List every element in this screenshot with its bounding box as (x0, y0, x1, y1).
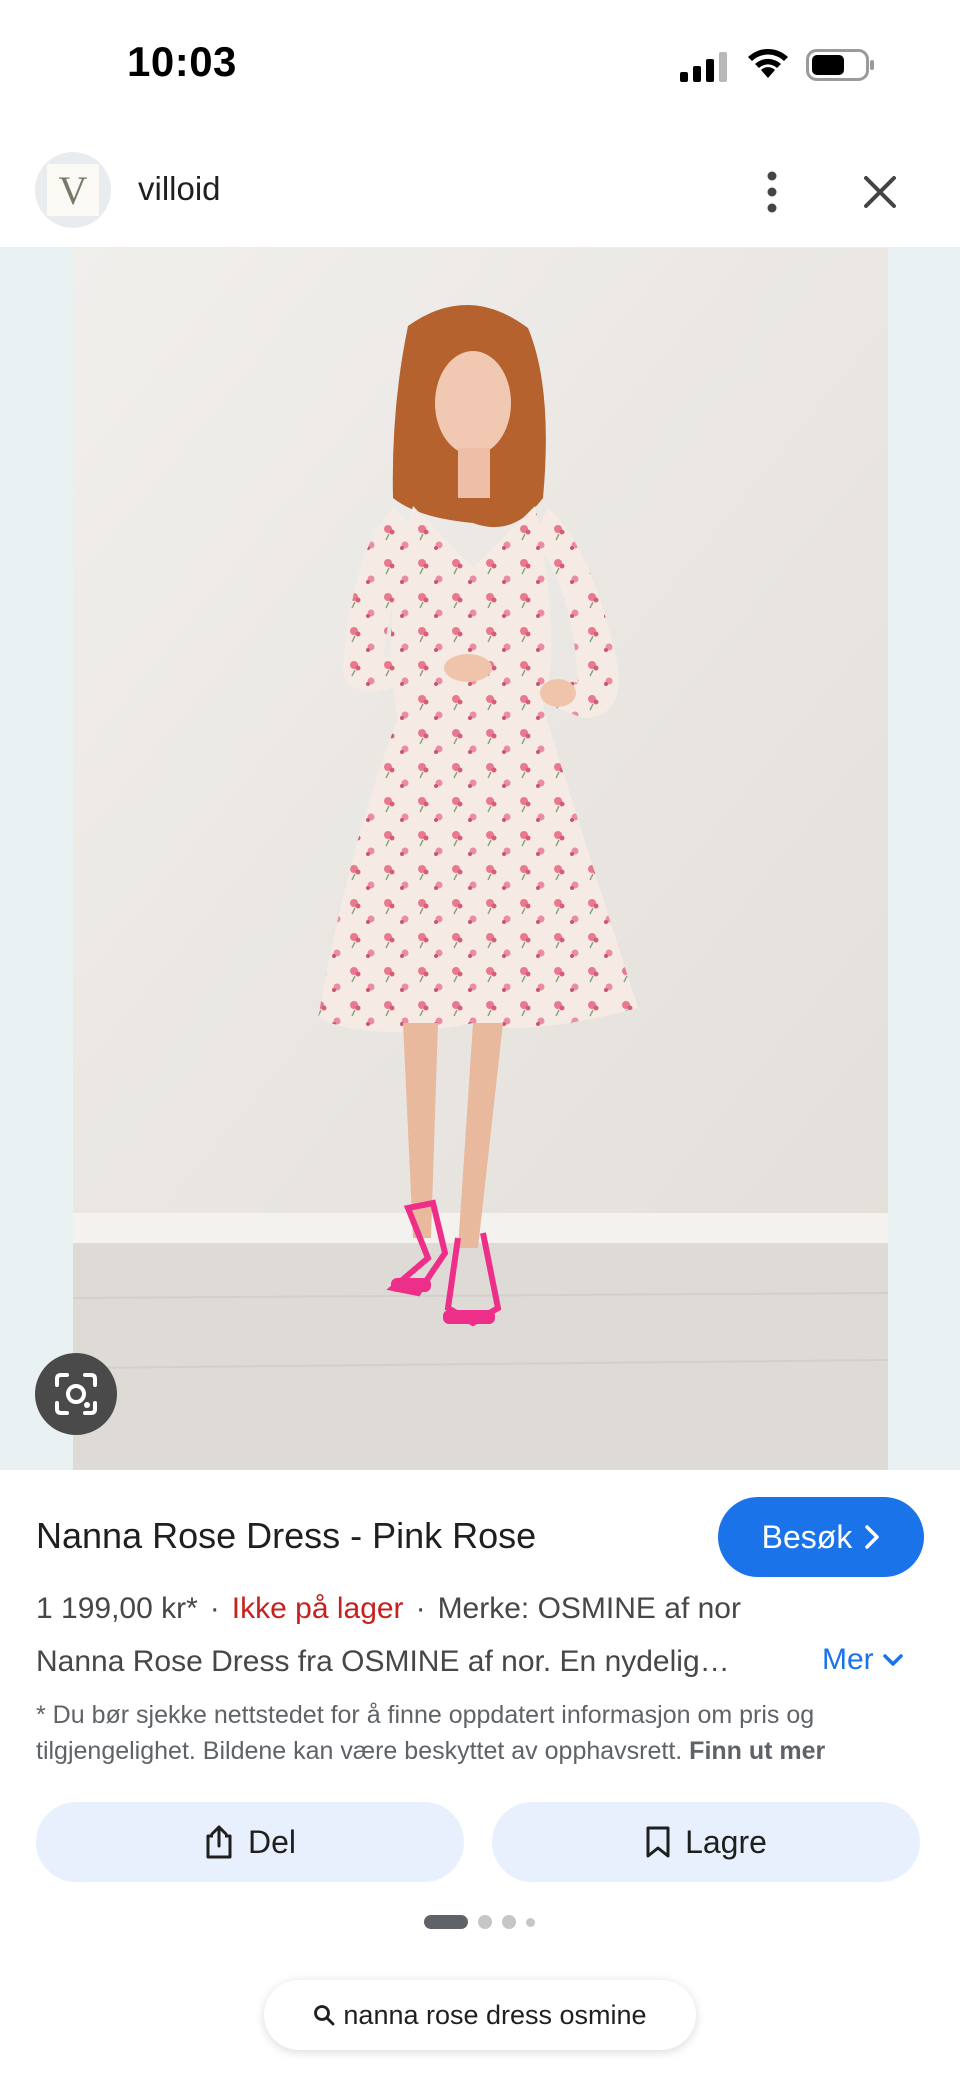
cellular-signal-icon (680, 52, 727, 82)
wifi-icon (748, 49, 788, 78)
product-photo-illustration (73, 248, 888, 1471)
product-meta: 1 199,00 kr* · Ikke på lager · Merke: OSMINE… (36, 1592, 741, 1626)
bookmark-icon (646, 1826, 670, 1858)
more-options-icon[interactable] (752, 168, 792, 216)
stock-status: Ikke på lager (231, 1592, 404, 1625)
share-button[interactable]: Del (36, 1802, 464, 1882)
learn-more-link[interactable]: Finn ut mer (689, 1737, 825, 1765)
product-brand: Merke: OSMINE af nor (437, 1592, 741, 1625)
site-name[interactable]: villoid (138, 170, 221, 208)
image-viewer (0, 248, 960, 1471)
search-query-chip[interactable]: nanna rose dress osmine (264, 1980, 696, 2050)
more-button[interactable]: Mer (822, 1643, 904, 1677)
separator-dot: · (209, 1592, 220, 1625)
chevron-down-icon (882, 1654, 903, 1666)
separator-dot: · (415, 1592, 426, 1625)
status-bar: 10:03 (0, 0, 960, 130)
visual-search-button[interactable] (35, 1353, 117, 1435)
search-icon (314, 2005, 335, 2026)
status-time: 10:03 (127, 38, 237, 85)
more-label: Mer (822, 1643, 874, 1676)
carousel-indicator (424, 1915, 535, 1929)
battery-icon (806, 49, 874, 81)
visit-button[interactable]: Besøk (718, 1497, 924, 1577)
product-price: 1 199,00 kr* (36, 1592, 198, 1625)
product-description: Nanna Rose Dress fra OSMINE af nor. En n… (36, 1645, 730, 1678)
chevron-right-icon (865, 1525, 880, 1549)
close-icon[interactable] (858, 170, 902, 214)
search-query: nanna rose dress osmine (343, 1999, 647, 2030)
visit-label: Besøk (761, 1518, 853, 1555)
product-title: Nanna Rose Dress - Pink Rose (36, 1515, 537, 1556)
site-logo: V (47, 164, 99, 216)
share-icon (206, 1825, 232, 1859)
save-button[interactable]: Lagre (492, 1802, 920, 1882)
site-avatar[interactable]: V (35, 152, 111, 228)
carousel-dot (502, 1915, 516, 1929)
result-header: V villoid (0, 130, 960, 248)
save-label: Lagre (685, 1823, 767, 1860)
carousel-dot-active (424, 1915, 468, 1929)
product-image[interactable] (73, 248, 888, 1471)
carousel-dot (526, 1917, 535, 1927)
disclaimer: * Du bør sjekke nettstedet for å finne o… (36, 1697, 916, 1769)
lens-icon (55, 1373, 97, 1415)
carousel-dot (478, 1915, 492, 1929)
share-label: Del (247, 1823, 296, 1860)
